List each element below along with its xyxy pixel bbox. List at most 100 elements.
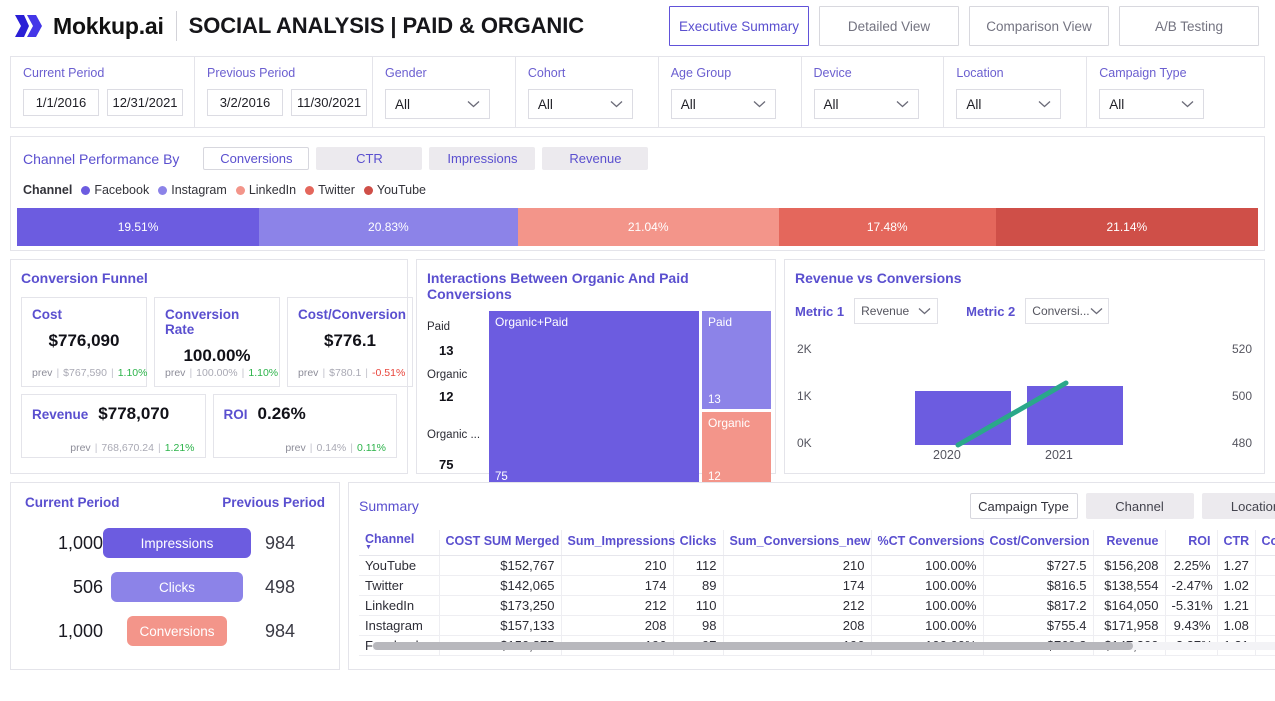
mosaic-cell-organic[interactable]: Organic 12 [702, 412, 771, 486]
filter-current-period: Current Period 1/1/2016 12/31/2021 [11, 57, 195, 127]
cell-ct_conversions: 100.00% [871, 555, 984, 576]
funnel-bar-wrap-clicks: Clicks [103, 572, 251, 602]
summary-toggle-campaign-type[interactable]: Campaign Type [969, 493, 1078, 519]
funnel-row-clicks: 506 Clicks 498 [25, 572, 325, 602]
stack-segment-instagram[interactable]: 20.83% [259, 208, 518, 246]
tab-comparison-view[interactable]: Comparison View [969, 6, 1109, 46]
header-divider [175, 11, 177, 41]
col-sum-conversions[interactable]: Sum_Conversions_new [723, 530, 872, 556]
summary-table-head: Channel ▼ COST SUM Merged Sum_Impression… [359, 530, 1275, 556]
tab-ab-testing[interactable]: A/B Testing [1119, 6, 1259, 46]
col-revenue[interactable]: Revenue [1093, 530, 1166, 556]
previous-period-start-input[interactable]: 3/2/2016 [207, 89, 283, 116]
funnel-bar-conversions[interactable]: Conversions [127, 616, 227, 646]
nav-tabs: Executive Summary Detailed View Comparis… [669, 6, 1259, 46]
col-ctr[interactable]: CTR [1217, 530, 1256, 556]
current-period-dates: 1/1/2016 12/31/2021 [23, 89, 183, 116]
horizontal-scrollbar[interactable] [373, 642, 1275, 650]
funnel-current-value-conversions: 1,000 [57, 620, 103, 641]
legend-item-linkedin: LinkedIn [235, 183, 296, 197]
filter-cohort: Cohort All [516, 57, 659, 127]
cohort-select[interactable]: All [527, 89, 633, 119]
col-cost-sum-merged[interactable]: COST SUM Merged [439, 530, 562, 556]
current-period-start-input[interactable]: 1/1/2016 [23, 89, 99, 116]
age-group-select-value: All [680, 96, 696, 112]
metric1-label: Metric 1 [795, 303, 845, 319]
funnel-row-impressions: 1,000 Impressions 984 [25, 528, 325, 558]
table-row[interactable]: Instagram $157,133 208 98 208 100.00% $755.4 $1… [359, 615, 1275, 636]
conversion-funnel-panel: Conversion Funnel Cost $776,090 prev | $… [10, 259, 413, 474]
campaign-type-select[interactable]: All [1099, 89, 1205, 119]
mosaic-cell-organic-paid[interactable]: Organic+Paid 75 [489, 311, 699, 486]
table-row[interactable]: Twitter $142,065 174 89 174 100.00% $816.5 $138… [359, 575, 1275, 596]
channel-performance-panel: Channel Performance By Conversions CTR I… [10, 136, 1265, 251]
table-row[interactable]: LinkedIn $173,250 212 110 212 100.00% $817.2 $1… [359, 595, 1275, 616]
kpi-value-cost-per-conversion: $776.1 [324, 331, 376, 350]
location-select[interactable]: All [956, 89, 1062, 119]
col-sum-impressions[interactable]: Sum_Impressions [561, 530, 675, 556]
current-period-end-input[interactable]: 12/31/2021 [107, 89, 183, 116]
filter-gender: Gender All [373, 57, 516, 127]
col-roi[interactable]: ROI [1165, 530, 1218, 556]
bottom-row: Current Period Previous Period 1,000 Impr… [10, 482, 1275, 670]
tab-executive-summary[interactable]: Executive Summary [669, 6, 809, 46]
kpi-value-roi: 0.26% [257, 404, 306, 423]
mokkup-logo-icon [15, 15, 42, 37]
brand-name: Mokkup.ai [53, 12, 164, 39]
col-cost-conversion[interactable]: Cost/Conversion [983, 530, 1094, 556]
toggle-impressions[interactable]: Impressions [429, 147, 536, 170]
toggle-conversions[interactable]: Conversions [203, 147, 310, 170]
horizontal-scrollbar-thumb[interactable] [373, 642, 1133, 650]
metric1-select[interactable]: Revenue [854, 298, 939, 324]
legend-label-instagram: Instagram [171, 183, 227, 197]
kpi-prev-cost-per-conversion: prev | $780.1 | -0.51% [298, 367, 406, 379]
funnel-bar-impressions[interactable]: Impressions [103, 528, 251, 558]
cell-cost_conversion: $816.5 [983, 575, 1094, 596]
stack-segment-twitter[interactable]: 17.48% [778, 208, 996, 246]
previous-period-dates: 3/2/2016 11/30/2021 [207, 89, 367, 116]
kpi-name-cost: Cost [32, 307, 62, 322]
cell-clicks: 110 [673, 595, 724, 616]
filter-previous-period: Previous Period 3/2/2016 11/30/2021 [195, 57, 373, 127]
stack-segment-label-twitter: 17.48% [866, 220, 908, 234]
summary-toggle-location[interactable]: Location [1201, 493, 1275, 519]
kpi-prev-value-cost-per-conversion: $780.1 [329, 367, 362, 379]
metric-selectors: Metric 1 Revenue Metric 2 Conversi... [795, 298, 1264, 324]
device-select[interactable]: All [813, 89, 919, 119]
funnel-previous-value-impressions: 984 [265, 532, 296, 553]
col-ct-conversions[interactable]: %CT Conversions [871, 530, 984, 556]
col-clicks[interactable]: Clicks [673, 530, 724, 556]
current-period-header: Current Period [25, 495, 120, 510]
age-group-select[interactable]: All [670, 89, 776, 119]
cell-roi: 9.43% [1165, 615, 1218, 636]
dashboard-page: Mokkup.ai SOCIAL ANALYSIS | PAID & ORGAN… [0, 0, 1275, 701]
mosaic-axis-value-organic: 12 [439, 389, 454, 404]
kpi-prev-label-cost: prev [32, 367, 53, 379]
stack-segment-youtube[interactable]: 21.14% [995, 208, 1258, 246]
mosaic-cell-paid[interactable]: Paid 13 [702, 311, 771, 409]
cell-impressions: 212 [561, 595, 674, 616]
kpi-value-revenue: $778,070 [98, 404, 170, 423]
previous-period-end-input[interactable]: 11/30/2021 [291, 89, 367, 116]
summary-toggle-channel[interactable]: Channel [1085, 493, 1194, 519]
toggle-ctr[interactable]: CTR [316, 147, 423, 170]
table-row[interactable]: YouTube $152,767 210 112 210 100.00% $727.5 $15… [359, 555, 1275, 576]
cell-revenue: $138,554 [1093, 575, 1166, 596]
toggle-revenue[interactable]: Revenue [542, 147, 649, 170]
cell-cost: $152,767 [439, 555, 562, 576]
cell-impressions: 208 [561, 615, 674, 636]
revenue-conversions-chart: 2K 1K 0K 520 500 480 2020 2021 [785, 342, 1264, 467]
stack-segment-facebook[interactable]: 19.51% [17, 208, 260, 246]
filter-label-previous-period: Previous Period [207, 66, 296, 80]
kpi-delta-roi: 0.11% [357, 442, 386, 454]
metric2-select[interactable]: Conversi... [1025, 298, 1110, 324]
gender-select[interactable]: All [385, 89, 490, 119]
col-cost-per[interactable]: Cost / ( [1255, 530, 1275, 556]
tab-detailed-view[interactable]: Detailed View [819, 6, 959, 46]
col-channel[interactable]: Channel ▼ [359, 530, 440, 556]
period-headers: Current Period Previous Period [25, 495, 325, 510]
chevron-down-icon [1038, 101, 1051, 108]
stack-segment-linkedin[interactable]: 21.04% [517, 208, 779, 246]
cell-impressions: 210 [561, 555, 674, 576]
funnel-bar-clicks[interactable]: Clicks [111, 572, 243, 602]
